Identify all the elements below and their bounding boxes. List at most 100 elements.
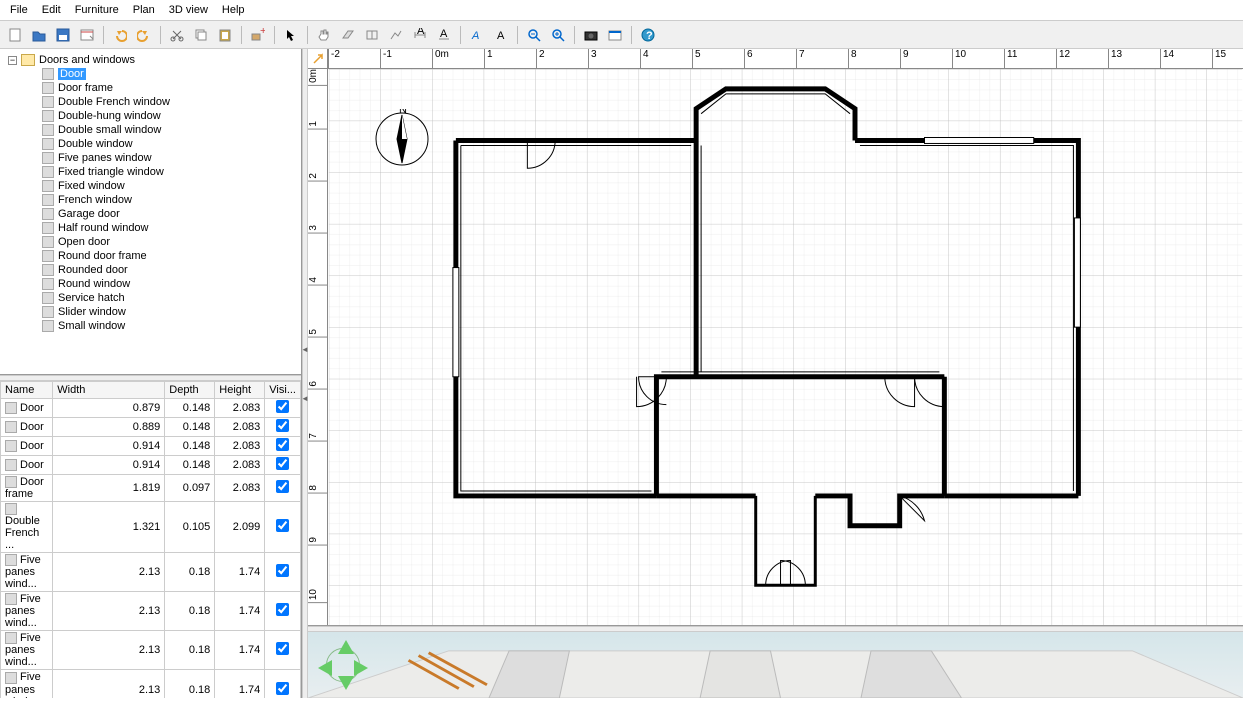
create-polylines-tool[interactable] xyxy=(385,24,407,46)
table-row[interactable]: Five panes wind...2.130.181.74 xyxy=(1,631,301,670)
nav-down-icon[interactable] xyxy=(338,676,354,690)
visible-checkbox[interactable] xyxy=(276,400,289,413)
catalog-item[interactable]: Slider window xyxy=(40,305,297,319)
visible-checkbox[interactable] xyxy=(276,457,289,470)
open-button[interactable] xyxy=(28,24,50,46)
catalog-item[interactable]: Small window xyxy=(40,319,297,333)
redo-button[interactable] xyxy=(133,24,155,46)
nav-right-icon[interactable] xyxy=(354,660,368,676)
menu-furniture[interactable]: Furniture xyxy=(69,2,125,18)
photo-button[interactable] xyxy=(580,24,602,46)
text-plain-tool[interactable]: A xyxy=(490,24,512,46)
catalog-item[interactable]: Open door xyxy=(40,235,297,249)
catalog-item[interactable]: Double-hung window xyxy=(40,109,297,123)
3d-view[interactable] xyxy=(308,632,1243,698)
table-row[interactable]: Door0.8790.1482.083 xyxy=(1,399,301,418)
nav-up-icon[interactable] xyxy=(338,640,354,654)
undo-button[interactable] xyxy=(109,24,131,46)
table-row[interactable]: Five panes wind...2.130.181.74 xyxy=(1,670,301,698)
table-row[interactable]: Double French ...1.3210.1052.099 xyxy=(1,502,301,553)
cell-visible[interactable] xyxy=(265,592,301,631)
select-tool[interactable] xyxy=(280,24,302,46)
help-button[interactable]: ? xyxy=(637,24,659,46)
catalog-item[interactable]: Service hatch xyxy=(40,291,297,305)
pan-tool[interactable] xyxy=(313,24,335,46)
catalog-item[interactable]: Garage door xyxy=(40,207,297,221)
zoom-in-button[interactable] xyxy=(547,24,569,46)
catalog-item[interactable]: Round window xyxy=(40,277,297,291)
menu-help[interactable]: Help xyxy=(216,2,251,18)
cut-button[interactable] xyxy=(166,24,188,46)
visible-checkbox[interactable] xyxy=(276,564,289,577)
column-header[interactable]: Height xyxy=(215,382,265,399)
furniture-list[interactable]: NameWidthDepthHeightVisi... Door0.8790.1… xyxy=(0,381,301,698)
copy-button[interactable] xyxy=(190,24,212,46)
visible-checkbox[interactable] xyxy=(276,519,289,532)
create-text-tool[interactable]: A xyxy=(433,24,455,46)
column-header[interactable]: Visi... xyxy=(265,382,301,399)
visible-checkbox[interactable] xyxy=(276,419,289,432)
cell-visible[interactable] xyxy=(265,631,301,670)
visible-checkbox[interactable] xyxy=(276,438,289,451)
collapse-icon[interactable]: − xyxy=(8,56,17,65)
save-button[interactable] xyxy=(52,24,74,46)
column-header[interactable]: Depth xyxy=(165,382,215,399)
catalog-item[interactable]: Five panes window xyxy=(40,151,297,165)
catalog-item[interactable]: Double small window xyxy=(40,123,297,137)
paste-button[interactable] xyxy=(214,24,236,46)
table-row[interactable]: Door frame1.8190.0972.083 xyxy=(1,475,301,502)
ruler-tick: 0m xyxy=(432,49,449,69)
furniture-icon xyxy=(42,264,54,276)
plan-view[interactable]: -2-10m123456789101112131415 0m1234567891… xyxy=(308,49,1243,626)
create-video-button[interactable] xyxy=(604,24,626,46)
plan-canvas[interactable] xyxy=(328,69,1243,625)
visible-checkbox[interactable] xyxy=(276,603,289,616)
cell-visible[interactable] xyxy=(265,475,301,502)
catalog-item[interactable]: Fixed window xyxy=(40,179,297,193)
column-header[interactable]: Name xyxy=(1,382,53,399)
preferences-button[interactable] xyxy=(76,24,98,46)
add-furniture-button[interactable]: + xyxy=(247,24,269,46)
visible-checkbox[interactable] xyxy=(276,480,289,493)
visible-checkbox[interactable] xyxy=(276,642,289,655)
catalog-item[interactable]: Door xyxy=(40,67,297,81)
new-button[interactable] xyxy=(4,24,26,46)
catalog-item[interactable]: French window xyxy=(40,193,297,207)
table-row[interactable]: Five panes wind...2.130.181.74 xyxy=(1,592,301,631)
cell-visible[interactable] xyxy=(265,437,301,456)
column-header[interactable]: Width xyxy=(53,382,165,399)
menu-file[interactable]: File xyxy=(4,2,34,18)
table-row[interactable]: Door0.9140.1482.083 xyxy=(1,437,301,456)
cell-visible[interactable] xyxy=(265,670,301,698)
catalog-item[interactable]: Rounded door xyxy=(40,263,297,277)
cell-visible[interactable] xyxy=(265,418,301,437)
nav-left-icon[interactable] xyxy=(318,660,332,676)
catalog-item[interactable]: Door frame xyxy=(40,81,297,95)
cell-visible[interactable] xyxy=(265,553,301,592)
table-row[interactable]: Five panes wind...2.130.181.74 xyxy=(1,553,301,592)
cell-visible[interactable] xyxy=(265,456,301,475)
text-style-tool[interactable]: A xyxy=(466,24,488,46)
table-row[interactable]: Door0.9140.1482.083 xyxy=(1,456,301,475)
catalog-item[interactable]: Fixed triangle window xyxy=(40,165,297,179)
catalog-item[interactable]: Double window xyxy=(40,137,297,151)
menu-3d-view[interactable]: 3D view xyxy=(163,2,214,18)
table-row[interactable]: Door0.8890.1482.083 xyxy=(1,418,301,437)
create-rooms-tool[interactable] xyxy=(361,24,383,46)
compass[interactable]: N xyxy=(372,109,432,169)
menu-plan[interactable]: Plan xyxy=(127,2,161,18)
create-walls-tool[interactable] xyxy=(337,24,359,46)
3d-navigation-widget[interactable] xyxy=(318,640,368,690)
cell-visible[interactable] xyxy=(265,502,301,553)
create-dimensions-tool[interactable]: A xyxy=(409,24,431,46)
zoom-out-button[interactable] xyxy=(523,24,545,46)
catalog-item[interactable]: Double French window xyxy=(40,95,297,109)
cell-visible[interactable] xyxy=(265,399,301,418)
catalog-category[interactable]: − Doors and windows xyxy=(8,53,297,67)
visible-checkbox[interactable] xyxy=(276,682,289,695)
cell-depth: 0.18 xyxy=(165,631,215,670)
furniture-catalog[interactable]: − Doors and windows DoorDoor frameDouble… xyxy=(0,49,301,375)
catalog-item[interactable]: Half round window xyxy=(40,221,297,235)
menu-edit[interactable]: Edit xyxy=(36,2,67,18)
catalog-item[interactable]: Round door frame xyxy=(40,249,297,263)
